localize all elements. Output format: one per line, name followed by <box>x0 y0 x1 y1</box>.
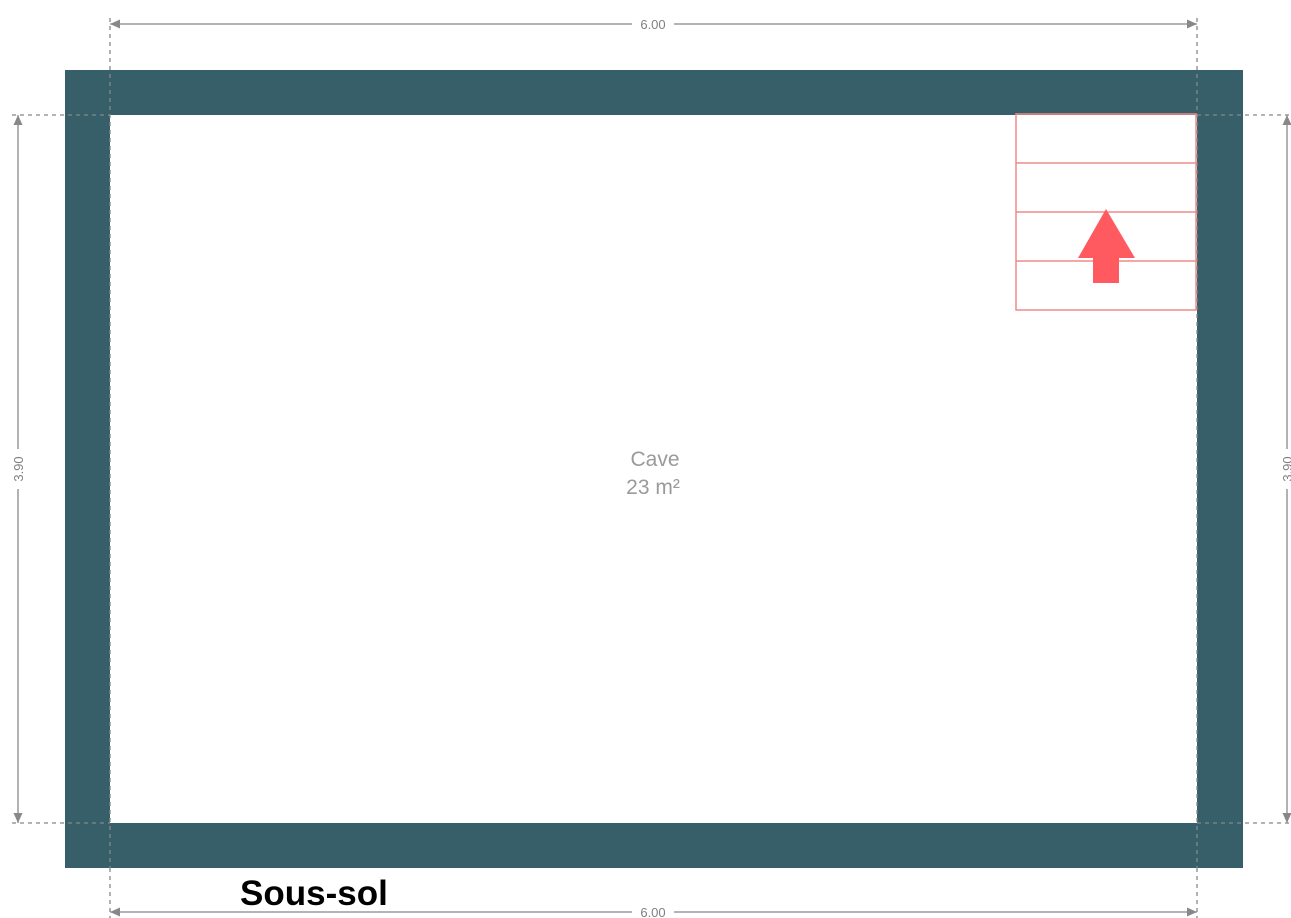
stairs-up-arrow-icon <box>1078 209 1135 283</box>
dimension-left-label: 3.90 <box>11 456 26 481</box>
dimension-right-label: 3.90 <box>1280 456 1291 481</box>
dimension-top: 6.00 <box>109 17 1198 868</box>
wall-right <box>1197 70 1243 868</box>
floor-title: Sous-sol <box>240 874 388 913</box>
wall-top <box>65 70 1243 115</box>
dimension-bottom-label: 6.00 <box>640 905 665 918</box>
dimension-top-label: 6.00 <box>640 17 665 32</box>
staircase <box>1015 113 1197 311</box>
room-label: Cave 23 m² <box>626 448 680 499</box>
room-name: Cave <box>630 448 679 471</box>
wall-left <box>65 70 110 868</box>
floor-plan: 6.00 6.00 3.90 3.90 Cave 23 m² <box>11 17 1291 918</box>
wall-bottom <box>65 823 1243 868</box>
room-area: 23 m² <box>626 476 680 499</box>
